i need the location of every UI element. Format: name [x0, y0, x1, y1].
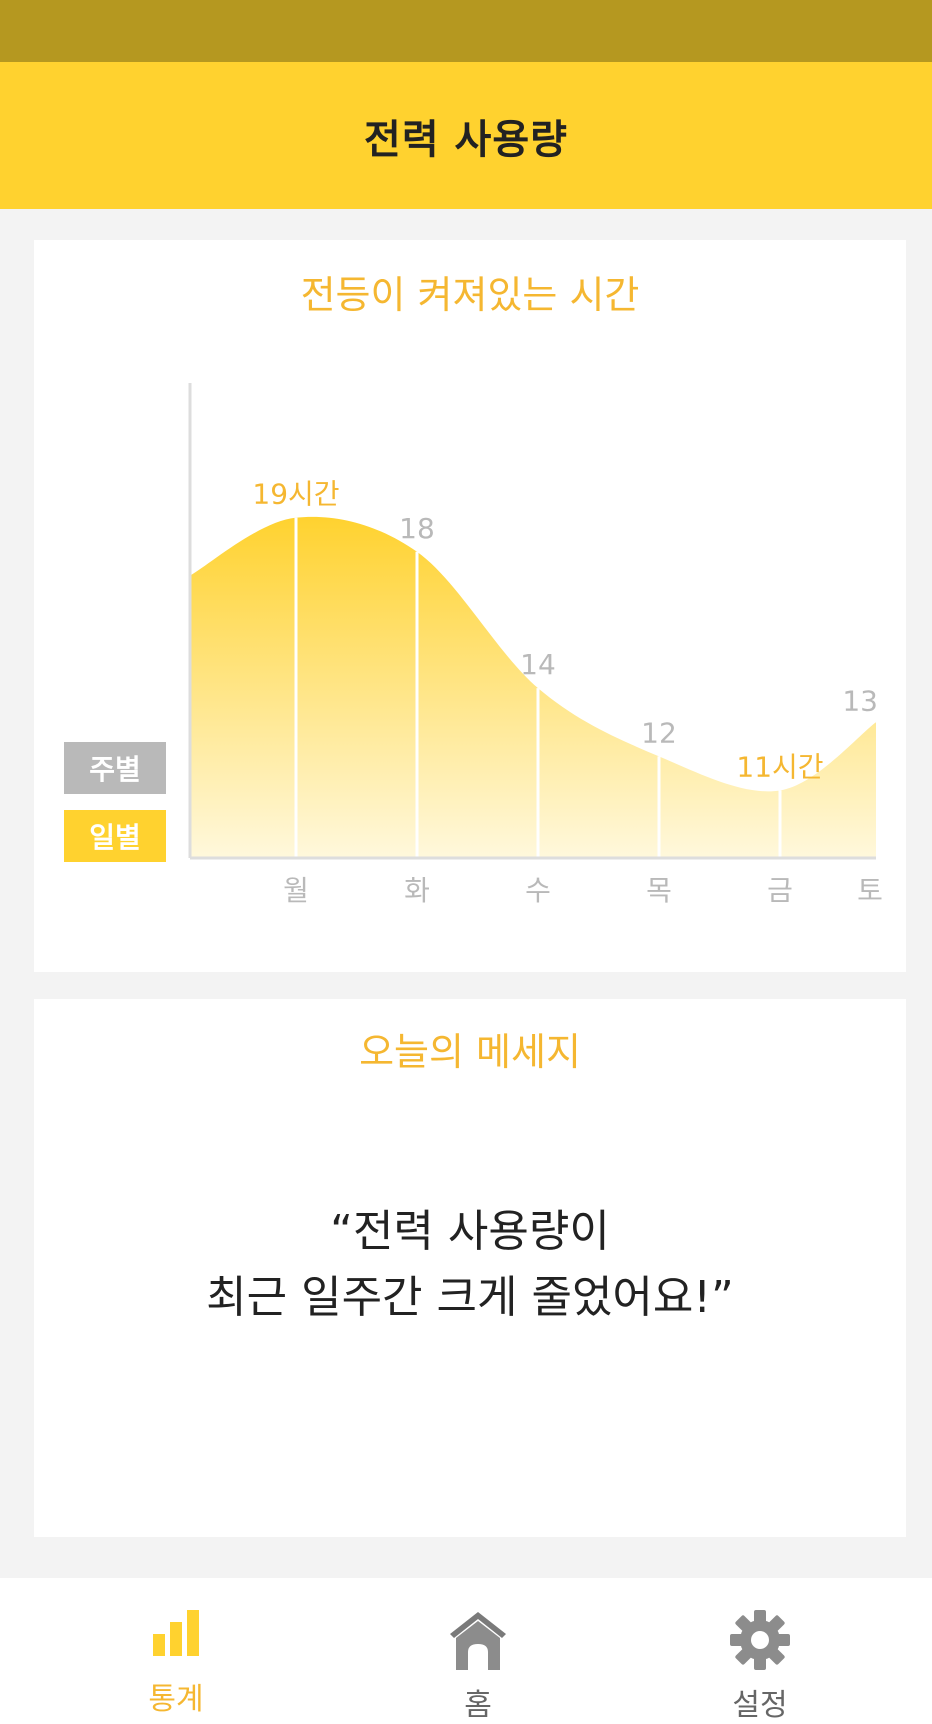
- data-label: 18: [399, 512, 435, 545]
- usage-area-chart: 19시간 18 14 12 11시간 13 월 화 수 목 금 토: [188, 383, 883, 907]
- status-bar: [0, 0, 932, 62]
- home-icon: [450, 1612, 506, 1670]
- x-tick-label: 월: [283, 874, 309, 907]
- x-tick-label: 금: [767, 874, 793, 907]
- x-tick-label: 목: [646, 874, 672, 907]
- data-label: 12: [641, 716, 677, 749]
- data-label: 14: [520, 648, 556, 681]
- app-header: 전력 사용량: [0, 62, 932, 209]
- nav-label-stats: 통계: [148, 1682, 204, 1717]
- nav-tab-home[interactable]: 홈: [398, 1578, 558, 1724]
- message-text: “전력 사용량이 최근 일주간 크게 줄었어요!”: [34, 1199, 906, 1331]
- x-tick-label: 수: [525, 874, 551, 907]
- page-title: 전력 사용량: [364, 116, 568, 163]
- usage-chart-card: 전등이 켜져있는 시간 주별 일별 19시간 18 14 12 11시간 13 월 화 수 목 금 토: [34, 240, 906, 972]
- nav-tab-settings[interactable]: 설정: [680, 1578, 840, 1724]
- usage-area-fill: [190, 516, 876, 858]
- nav-label-settings: 설정: [732, 1688, 788, 1723]
- daily-message-card: 오늘의 메세지 “전력 사용량이 최근 일주간 크게 줄었어요!”: [34, 999, 906, 1537]
- message-title: 오늘의 메세지: [359, 1030, 581, 1074]
- data-label: 13: [842, 684, 878, 717]
- data-label: 19시간: [252, 478, 339, 511]
- message-line-1: “전력 사용량이: [330, 1206, 610, 1257]
- bottom-nav: 통계 홈 설정: [0, 1578, 932, 1724]
- gear-icon: [730, 1610, 790, 1670]
- nav-label-home: 홈: [464, 1688, 492, 1723]
- nav-tab-stats[interactable]: 통계: [96, 1578, 256, 1724]
- data-label: 11시간: [736, 750, 823, 783]
- message-line-2: 최근 일주간 크게 줄었어요!”: [206, 1272, 734, 1323]
- x-tick-label: 화: [404, 874, 430, 907]
- x-tick-label: 토: [857, 874, 883, 907]
- bar-chart-icon: [153, 1610, 199, 1656]
